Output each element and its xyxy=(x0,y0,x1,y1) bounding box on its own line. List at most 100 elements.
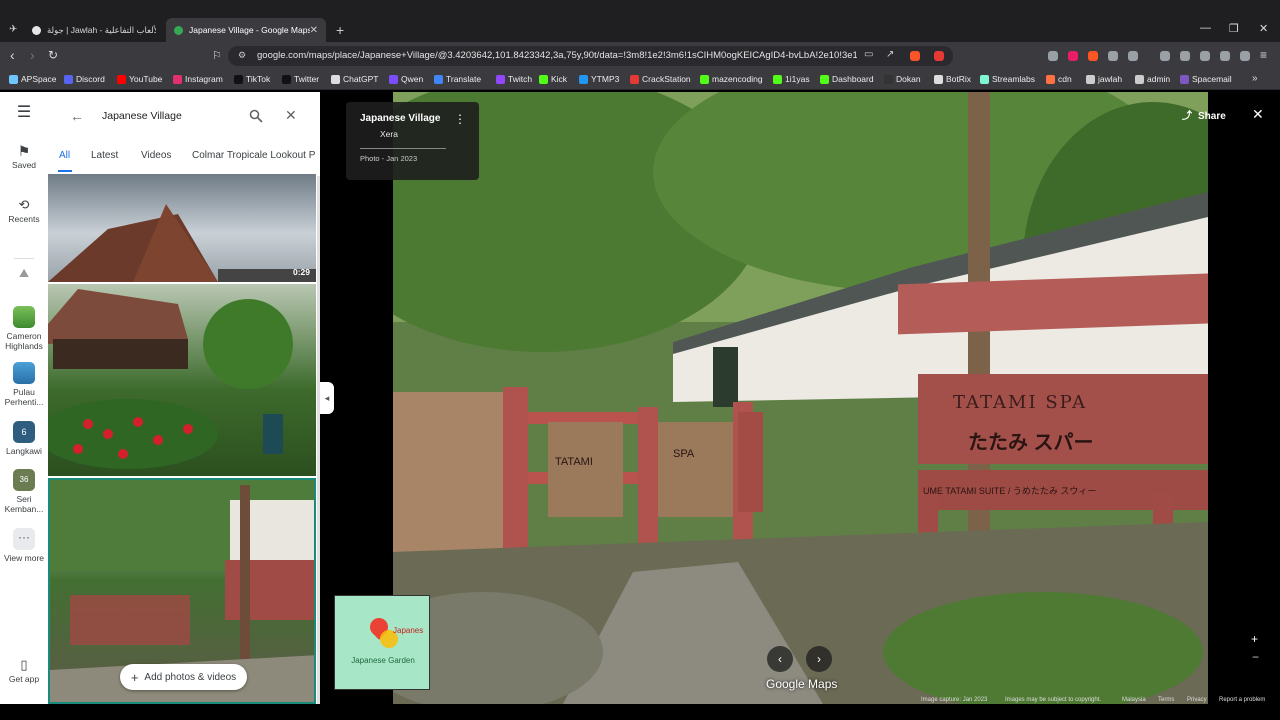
menu-hamburger-icon[interactable]: ☰ xyxy=(0,105,48,121)
more-bookmarks-icon[interactable]: » xyxy=(1252,73,1258,84)
sidebar-icon[interactable] xyxy=(1180,51,1190,61)
bookmark-ytmp3[interactable]: YTMP3 xyxy=(579,74,619,84)
bookmark-tiktok[interactable]: TikTok xyxy=(234,74,270,84)
place-icon[interactable]: ⛰ xyxy=(0,267,48,279)
close-viewer-icon[interactable]: ✕ xyxy=(1252,106,1264,123)
close-tab-icon[interactable]: ✕ xyxy=(310,25,318,36)
new-tab-icon[interactable]: + xyxy=(336,22,344,38)
clear-search-icon[interactable]: ✕ xyxy=(285,107,297,124)
minimap[interactable]: Japanes Japanese Garden xyxy=(334,595,430,690)
next-photo-button[interactable]: › xyxy=(806,646,832,672)
share-label: Share xyxy=(1198,111,1226,122)
bookmark-youtube[interactable]: YouTube xyxy=(117,74,162,84)
add-photos-button[interactable]: + Add photos & videos xyxy=(120,664,247,690)
bookmark-streamlabs[interactable]: Streamlabs xyxy=(980,74,1035,84)
bookmark-dashboard[interactable]: Dashboard xyxy=(820,74,874,84)
menu-icon[interactable]: ≡ xyxy=(1260,48,1267,62)
recent-place-label: Seri Kemban... xyxy=(4,494,44,514)
chip-colmar[interactable]: Colmar Tropicale Lookout P xyxy=(192,150,315,161)
terms-link[interactable]: Terms xyxy=(1158,697,1174,703)
recents-button[interactable]: ⟲ Recents xyxy=(0,198,48,224)
puzzle-icon[interactable] xyxy=(1108,51,1118,61)
recent-place-cameron[interactable]: Cameron Highlands xyxy=(0,306,48,351)
maximize-icon[interactable]: ❐ xyxy=(1229,22,1239,35)
music-icon[interactable] xyxy=(1160,51,1170,61)
search-query[interactable]: Japanese Village xyxy=(102,110,182,122)
bookmark-favicon-icon xyxy=(64,74,73,84)
recent-place-pulau[interactable]: Pulau Perhenti... xyxy=(0,362,48,407)
cast-icon[interactable]: ▭ xyxy=(864,49,873,60)
tab-jawlah[interactable]: جولة | Jawlah - منصة الألعاب التفاعلية xyxy=(24,18,164,42)
previous-photo-button[interactable]: ‹ xyxy=(767,646,793,672)
bookmark-kick[interactable]: Kick xyxy=(539,74,567,84)
rail-divider xyxy=(14,258,34,259)
bookmark-twitch[interactable]: Twitch xyxy=(496,74,532,84)
extension-icon[interactable] xyxy=(1048,51,1058,61)
bookmark-botrix[interactable]: BotRix xyxy=(934,74,971,84)
bookmark-chatgpt[interactable]: ChatGPT xyxy=(331,74,378,84)
screenshot-icon[interactable] xyxy=(1128,51,1138,61)
bookmark-mazencoding[interactable]: mazencoding xyxy=(700,74,763,84)
collapse-panel-button[interactable]: ◂ xyxy=(320,382,334,414)
bookmark-translate[interactable]: Translate xyxy=(434,74,481,84)
bookmark-dokan[interactable]: Dokan xyxy=(884,74,921,84)
back-icon[interactable]: ‹ xyxy=(10,47,15,63)
tab-google-maps[interactable]: Japanese Village - Google Maps ✕ xyxy=(166,18,326,42)
extension-icon[interactable] xyxy=(1088,51,1098,61)
chip-all[interactable]: All xyxy=(59,150,70,161)
bookmark-spacemail[interactable]: Spacemail xyxy=(1180,74,1232,84)
bookmark-label: ChatGPT xyxy=(343,74,379,84)
recent-place-langkawi[interactable]: 6 Langkawi xyxy=(0,421,48,456)
photo-garden-thumbnail[interactable] xyxy=(48,284,316,476)
site-settings-icon[interactable]: ⚙ xyxy=(238,50,246,61)
image-capture-date: Image capture: Jan 2023 xyxy=(921,697,988,703)
photo-video-thumbnail[interactable]: 0:29 xyxy=(48,174,316,282)
place-title[interactable]: Japanese Village xyxy=(360,113,440,124)
brave-rewards-icon[interactable] xyxy=(934,51,944,61)
forward-icon[interactable]: › xyxy=(30,47,35,63)
share-page-icon[interactable]: ↗ xyxy=(886,49,894,60)
street-view-image[interactable]: TATAMI SPA たたみ スパー UME TATAMI SUITE / うめ… xyxy=(393,92,1208,704)
report-problem-link[interactable]: Report a problem xyxy=(1219,697,1265,703)
view-more-button[interactable]: ··· View more xyxy=(0,528,48,563)
search-icon[interactable] xyxy=(249,109,263,123)
brave-shields-icon[interactable] xyxy=(910,51,920,61)
bookmark-1i1yas[interactable]: 1i1yas xyxy=(773,74,810,84)
photo-date: Photo - Jan 2023 xyxy=(360,154,418,163)
back-arrow-icon[interactable]: ← xyxy=(70,108,84,124)
country-label[interactable]: Malaysia xyxy=(1122,697,1146,703)
photo-author[interactable]: Xera xyxy=(380,129,398,139)
more-options-icon[interactable]: ⋮ xyxy=(454,112,466,126)
saved-button[interactable]: ⚑ Saved xyxy=(0,144,48,170)
wallet-icon[interactable] xyxy=(1200,51,1210,61)
bookmark-twitter[interactable]: Twitter xyxy=(282,74,319,84)
bookmark-jawlah[interactable]: jawlah xyxy=(1086,74,1122,84)
bookmark-admin[interactable]: admin xyxy=(1135,74,1170,84)
privacy-link[interactable]: Privacy xyxy=(1187,697,1207,703)
search-box[interactable]: ← Japanese Village ✕ xyxy=(56,100,308,134)
bookmark-instagram[interactable]: Instagram xyxy=(173,74,223,84)
get-app-button[interactable]: ▯ Get app xyxy=(0,658,48,684)
bookmark-icon[interactable]: ⚐ xyxy=(212,49,222,62)
bookmark-discord[interactable]: Discord xyxy=(64,74,105,84)
url-text[interactable]: google.com/maps/place/Japanese+Village/@… xyxy=(257,50,857,61)
bookmark-apspace[interactable]: APSpace xyxy=(9,74,56,84)
chip-latest[interactable]: Latest xyxy=(91,150,118,161)
recent-place-seri[interactable]: 36 Seri Kemban... xyxy=(0,469,48,514)
bookmark-crackstation[interactable]: CrackStation xyxy=(630,74,691,84)
bookmark-cdn[interactable]: cdn xyxy=(1046,74,1072,84)
zoom-out-icon[interactable]: − xyxy=(1252,650,1259,664)
brave-menu-icon[interactable]: ✈ xyxy=(9,24,17,35)
leo-ai-icon[interactable] xyxy=(1220,51,1230,61)
pulau-thumbnail xyxy=(13,362,35,384)
reload-icon[interactable]: ↻ xyxy=(48,48,58,62)
chip-videos[interactable]: Videos xyxy=(141,150,171,161)
close-window-icon[interactable]: ✕ xyxy=(1259,22,1268,35)
saved-label: Saved xyxy=(11,160,37,170)
extension-icon[interactable] xyxy=(1068,51,1078,61)
share-button[interactable]: ⤴ Share xyxy=(1182,107,1226,122)
bookmark-qwen[interactable]: Qwen xyxy=(389,74,423,84)
vpn-icon[interactable] xyxy=(1240,51,1250,61)
zoom-in-icon[interactable]: + xyxy=(1251,632,1258,646)
minimize-icon[interactable]: — xyxy=(1200,22,1211,34)
